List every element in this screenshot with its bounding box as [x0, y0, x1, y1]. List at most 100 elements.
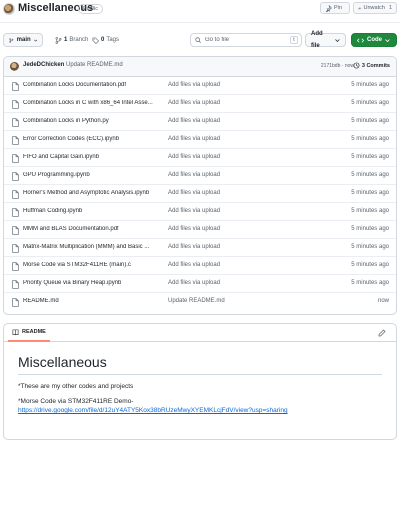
- header-divider: [0, 22, 400, 23]
- file-commit-message[interactable]: Update README.md: [168, 298, 225, 304]
- search-icon: [195, 37, 201, 43]
- table-row[interactable]: README.md Update README.md now: [4, 293, 396, 311]
- file-name-link[interactable]: GPU Programming.ipynb: [23, 172, 90, 178]
- table-row[interactable]: Huffman Coding.ipynb Add files via upload…: [4, 203, 396, 221]
- readme-tab-label: README: [22, 329, 46, 335]
- table-row[interactable]: Combination Locks Documentation.pdf Add f…: [4, 77, 396, 95]
- commits-label: 3 Commits: [361, 62, 390, 69]
- readme-drive-link[interactable]: https://drive.google.com/file/d/12uY4ATY…: [18, 407, 288, 414]
- file-commit-message[interactable]: Add files via upload: [168, 100, 220, 106]
- latest-commit-bar: JedeDChicken Update README.md 2171bdb · …: [4, 57, 396, 77]
- commits-link[interactable]: 3 Commits: [353, 62, 390, 69]
- file-icon: [12, 118, 19, 127]
- branches-count: 1: [64, 37, 68, 43]
- goto-shortcut-key: t: [290, 36, 298, 44]
- commit-author[interactable]: JedeDChicken: [23, 62, 64, 68]
- file-commit-age: 5 minutes ago: [351, 262, 389, 268]
- commit-hash-time[interactable]: 2171bdb · now: [321, 63, 354, 69]
- table-row[interactable]: Error Correction Codes (ECC).ipynb Add fi…: [4, 131, 396, 149]
- branch-bar: main 1 Branch 0 Tags t Add file Code: [3, 31, 397, 49]
- file-commit-message[interactable]: Add files via upload: [168, 262, 220, 268]
- file-name-link[interactable]: Huffman Coding.ipynb: [23, 208, 82, 214]
- pin-button[interactable]: Pin: [320, 2, 350, 14]
- tags-label: Tags: [106, 37, 120, 43]
- branch-select-button[interactable]: main: [3, 33, 43, 47]
- file-commit-age: now: [377, 298, 389, 304]
- table-row[interactable]: Combination Locks in Python.py Add files …: [4, 113, 396, 131]
- table-row[interactable]: MMM and BLAS Documentation.pdf Add files …: [4, 221, 396, 239]
- code-label: Code: [367, 37, 382, 43]
- goto-file-input[interactable]: [205, 37, 285, 43]
- file-icon: [12, 226, 19, 235]
- table-row[interactable]: FIFO and Capital Gain.ipynb Add files via…: [4, 149, 396, 167]
- readme-line-2-text: *Morse Code via STM32F411RE Demo-: [18, 398, 134, 405]
- visibility-badge: Public: [78, 4, 103, 14]
- code-button[interactable]: Code: [351, 33, 397, 47]
- file-icon: [12, 280, 19, 289]
- branches-label: Branch: [69, 37, 89, 43]
- commit-author-avatar[interactable]: [10, 62, 19, 71]
- file-name-link[interactable]: Combination Locks in Python.py: [23, 118, 109, 124]
- file-commit-message[interactable]: Add files via upload: [168, 280, 220, 286]
- goto-file-field[interactable]: t: [190, 33, 302, 47]
- history-icon: [353, 62, 360, 69]
- file-name-link[interactable]: Error Correction Codes (ECC).ipynb: [23, 136, 119, 142]
- file-commit-message[interactable]: Add files via upload: [168, 244, 220, 250]
- file-name-link[interactable]: MMM and BLAS Documentation.pdf: [23, 226, 119, 232]
- file-name-link[interactable]: Priority Queue via Binary Heap.ipynb: [23, 280, 121, 286]
- file-commit-age: 5 minutes ago: [351, 118, 389, 124]
- table-row[interactable]: Morse Code via STM32F411RE (main).c Add f…: [4, 257, 396, 275]
- file-commit-message[interactable]: Add files via upload: [168, 226, 220, 232]
- file-icon: [12, 82, 19, 91]
- file-commit-age: 5 minutes ago: [351, 244, 389, 250]
- readme-content: Miscellaneous *These are my other codes …: [4, 342, 396, 433]
- file-name-link[interactable]: Morse Code via STM32F411RE (main).c: [23, 262, 131, 268]
- table-row[interactable]: Horner's Method and Asymptotic Analysis.…: [4, 185, 396, 203]
- file-name-link[interactable]: README.md: [23, 298, 59, 304]
- file-commit-message[interactable]: Add files via upload: [168, 154, 220, 160]
- file-commit-age: 5 minutes ago: [351, 208, 389, 214]
- tag-icon: [92, 37, 99, 44]
- branch-name: main: [16, 37, 31, 43]
- add-file-label: Add file: [311, 31, 323, 49]
- unwatch-button[interactable]: Unwatch 1: [353, 2, 397, 14]
- file-commit-message[interactable]: Add files via upload: [168, 190, 220, 196]
- file-commit-message[interactable]: Add files via upload: [168, 208, 220, 214]
- table-row[interactable]: GPU Programming.ipynb Add files via uploa…: [4, 167, 396, 185]
- code-icon: [357, 37, 364, 43]
- readme-tabbar: README: [4, 324, 396, 342]
- branches-link[interactable]: 1 Branch: [55, 33, 88, 47]
- file-name-link[interactable]: Horner's Method and Asymptotic Analysis.…: [23, 190, 149, 196]
- file-commit-message[interactable]: Add files via upload: [168, 136, 220, 142]
- file-name-link[interactable]: Combination Locks Documentation.pdf: [23, 82, 126, 88]
- readme-line-1: *These are my other codes and projects: [18, 383, 134, 390]
- tab-readme[interactable]: README: [8, 324, 50, 342]
- add-file-button[interactable]: Add file: [305, 31, 346, 49]
- book-icon: [12, 329, 19, 335]
- file-icon: [12, 190, 19, 199]
- file-list: Combination Locks Documentation.pdf Add f…: [4, 77, 396, 311]
- table-row[interactable]: Combination Locks in C with x86_64 Intel…: [4, 95, 396, 113]
- file-commit-age: 5 minutes ago: [351, 82, 389, 88]
- tags-link[interactable]: 0 Tags: [92, 33, 119, 47]
- file-commit-message[interactable]: Add files via upload: [168, 172, 220, 178]
- file-commit-message[interactable]: Add files via upload: [168, 82, 220, 88]
- file-name-link[interactable]: Combination Locks in C with x86_64 Intel…: [23, 100, 153, 106]
- chevron-down-icon: [385, 38, 390, 42]
- file-name-link[interactable]: Matrix-Matrix Multiplication (MMM) and B…: [23, 244, 149, 250]
- file-name-link[interactable]: FIFO and Capital Gain.ipynb: [23, 154, 99, 160]
- file-icon: [12, 154, 19, 163]
- tags-count: 0: [101, 37, 105, 43]
- file-icon: [12, 136, 19, 145]
- table-row[interactable]: Priority Queue via Binary Heap.ipynb Add …: [4, 275, 396, 293]
- file-commit-message[interactable]: Add files via upload: [168, 118, 220, 124]
- pencil-icon[interactable]: [378, 329, 386, 337]
- file-icon: [12, 208, 19, 217]
- owner-avatar[interactable]: [3, 3, 15, 15]
- table-row[interactable]: Matrix-Matrix Multiplication (MMM) and B…: [4, 239, 396, 257]
- commit-message[interactable]: Update README.md: [66, 62, 123, 68]
- eye-icon: [358, 7, 362, 9]
- file-icon: [12, 262, 19, 271]
- file-commit-age: 5 minutes ago: [351, 154, 389, 160]
- repo-header: Miscellaneous Public Pin Unwatch 1: [0, 0, 400, 20]
